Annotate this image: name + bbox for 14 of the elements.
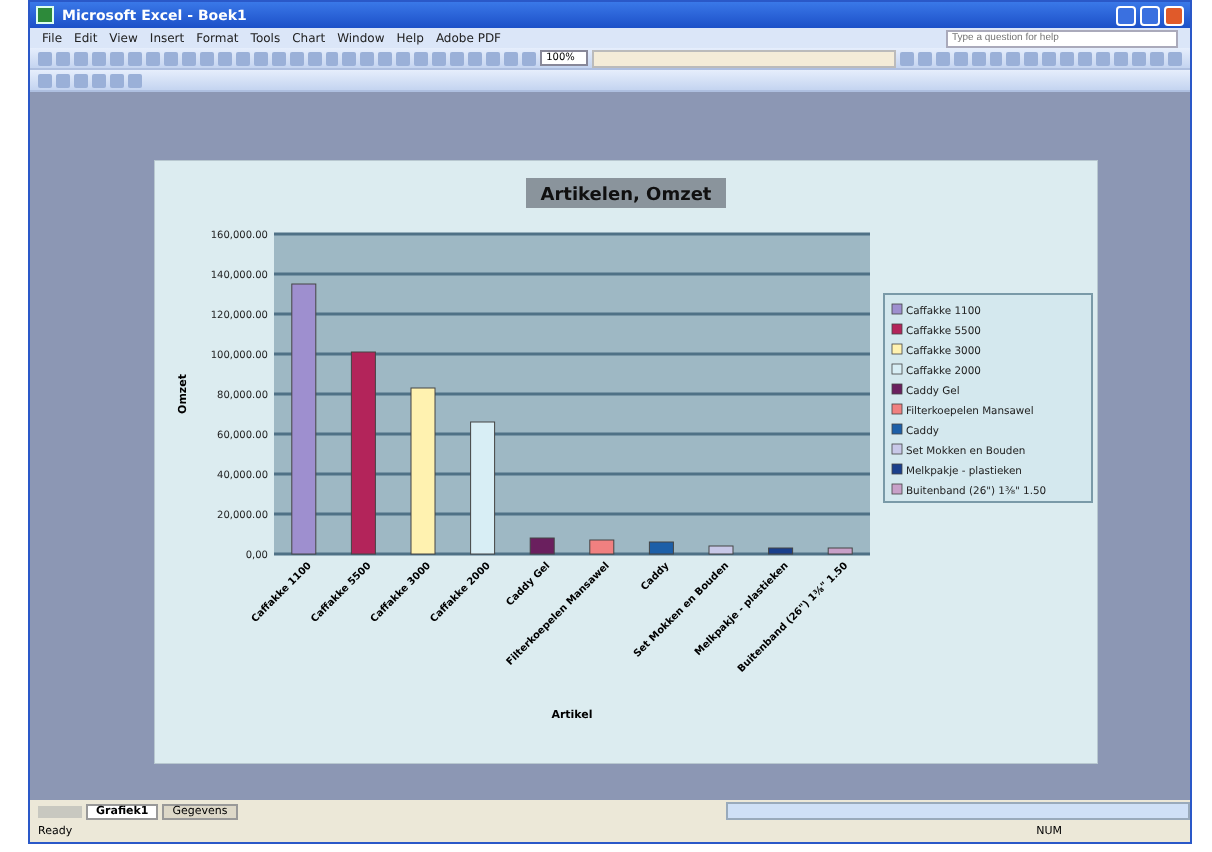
bar — [827, 547, 853, 555]
bar — [768, 547, 794, 555]
minimize-button[interactable] — [1116, 5, 1136, 25]
bar — [470, 421, 496, 555]
bar — [648, 541, 674, 555]
spreadsheet-icon — [36, 6, 54, 24]
horizontal-scrollbar[interactable] — [726, 802, 1190, 820]
close-button[interactable] — [1164, 5, 1184, 25]
bar — [589, 539, 615, 555]
maximize-button[interactable] — [1140, 5, 1160, 25]
bar — [708, 545, 734, 555]
font-dropdown[interactable] — [592, 49, 896, 67]
bar — [529, 537, 555, 555]
chart-title: Artikelen, Omzet — [526, 178, 726, 208]
